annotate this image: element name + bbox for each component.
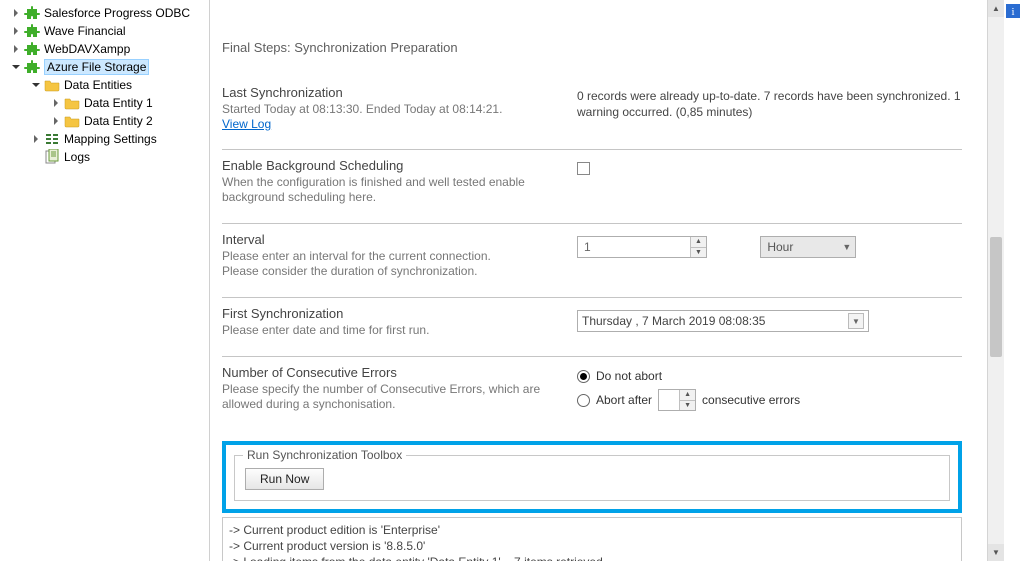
abort-after-field[interactable]: ▲▼ (658, 389, 696, 411)
interval-unit-combo[interactable]: Hour ▼ (760, 236, 856, 258)
interval-value-input[interactable] (578, 237, 690, 257)
main-scrollbar[interactable]: ▲ ▼ (987, 0, 1004, 561)
chevron-right-icon[interactable] (50, 97, 62, 109)
section-interval: Interval Please enter an interval for th… (222, 223, 962, 297)
bg-sched-title: Enable Background Scheduling (222, 158, 567, 173)
interval-desc2: Please consider the duration of synchron… (222, 264, 567, 279)
folder-icon (64, 95, 80, 111)
run-now-button[interactable]: Run Now (245, 468, 324, 490)
tree-node[interactable]: Wave Financial (0, 22, 209, 40)
tree-node[interactable]: Salesforce Progress ODBC (0, 4, 209, 22)
section-consecutive-errors: Number of Consecutive Errors Please spec… (222, 356, 962, 435)
info-icon[interactable]: i (1006, 4, 1020, 18)
calendar-dropdown-icon[interactable]: ▼ (848, 313, 864, 329)
interval-desc1: Please enter an interval for the current… (222, 249, 567, 264)
folder-icon (44, 77, 60, 93)
radio-abort-after[interactable]: Abort after ▲▼ consecutive errors (577, 389, 962, 411)
tree-node[interactable]: Data Entities (0, 76, 209, 94)
connections-tree-panel: Salesforce Progress ODBC Wave Financial We… (0, 0, 210, 561)
tree-node[interactable]: Azure File Storage (0, 58, 209, 76)
chevron-down-icon[interactable] (10, 61, 22, 73)
tree-node[interactable]: Data Entity 2 (0, 112, 209, 130)
first-sync-value: Thursday , 7 March 2019 08:08:35 (582, 314, 765, 328)
section-bg-scheduling: Enable Background Scheduling When the co… (222, 149, 962, 223)
interval-spinner[interactable]: ▲▼ (690, 237, 706, 257)
abort-after-spinner[interactable]: ▲▼ (679, 390, 695, 410)
tree-node-label: Data Entity 1 (84, 96, 153, 110)
radio-do-not-abort[interactable]: Do not abort (577, 369, 962, 383)
run-toolbox-group: Run Synchronization Toolbox Run Now (234, 455, 950, 501)
run-toolbox-legend: Run Synchronization Toolbox (243, 448, 406, 462)
puzzle-green-icon (24, 41, 40, 57)
last-sync-title: Last Synchronization (222, 85, 567, 100)
last-sync-result: 0 records were already up-to-date. 7 rec… (577, 89, 962, 120)
tree-node-label: Wave Financial (44, 24, 126, 38)
radio-do-not-abort-btn[interactable] (577, 370, 590, 383)
first-sync-desc: Please enter date and time for first run… (222, 323, 567, 338)
svg-text:i: i (1011, 6, 1014, 18)
first-sync-datetime[interactable]: Thursday , 7 March 2019 08:08:35 ▼ (577, 310, 869, 332)
interval-unit-label: Hour (767, 240, 793, 254)
interval-title: Interval (222, 232, 567, 247)
mapping-icon (44, 131, 60, 147)
sync-log-output[interactable]: -> Current product edition is 'Enterpris… (222, 517, 962, 561)
section-last-sync: Last Synchronization Started Today at 08… (222, 85, 962, 149)
chevron-right-icon[interactable] (50, 115, 62, 127)
abort-after-input[interactable] (659, 390, 679, 410)
log-line: -> Current product version is '8.8.5.0' (229, 538, 955, 554)
radio-abort-after-pre: Abort after (596, 393, 652, 407)
radio-abort-after-btn[interactable] (577, 394, 590, 407)
chevron-right-icon[interactable] (10, 25, 22, 37)
tree-node-label: Azure File Storage (44, 59, 149, 75)
view-log-link[interactable]: View Log (222, 117, 271, 131)
tree-node-label: Salesforce Progress ODBC (44, 6, 190, 20)
chevron-down-icon: ▼ (842, 242, 851, 252)
tree-node-label: Mapping Settings (64, 132, 157, 146)
scroll-up-button[interactable]: ▲ (988, 0, 1004, 17)
tree-node[interactable]: WebDAVXampp (0, 40, 209, 58)
scroll-down-button[interactable]: ▼ (988, 544, 1004, 561)
bg-sched-desc: When the configuration is finished and w… (222, 175, 567, 205)
section-first-sync: First Synchronization Please enter date … (222, 297, 962, 356)
puzzle-green-icon (24, 5, 40, 21)
bg-sched-checkbox[interactable] (577, 162, 590, 175)
last-sync-desc: Started Today at 08:13:30. Ended Today a… (222, 102, 567, 117)
radio-do-not-abort-label: Do not abort (596, 369, 662, 383)
chevron-down-icon[interactable] (30, 79, 42, 91)
log-line: -> Current product edition is 'Enterpris… (229, 522, 955, 538)
main-content: Final Steps: Synchronization Preparation… (210, 0, 1004, 561)
log-line: -> Loading items from the data entity 'D… (229, 554, 955, 561)
chevron-right-icon[interactable] (10, 43, 22, 55)
puzzle-green-icon (24, 59, 40, 75)
run-toolbox-highlight: Run Synchronization Toolbox Run Now (222, 441, 962, 513)
errors-title: Number of Consecutive Errors (222, 365, 567, 380)
connections-tree[interactable]: Salesforce Progress ODBC Wave Financial We… (0, 4, 209, 166)
logs-icon (44, 149, 60, 165)
radio-abort-after-post: consecutive errors (702, 393, 800, 407)
puzzle-green-icon (24, 23, 40, 39)
first-sync-title: First Synchronization (222, 306, 567, 321)
scroll-track[interactable] (988, 17, 1004, 544)
tree-node[interactable]: Logs (0, 148, 209, 166)
errors-desc: Please specify the number of Consecutive… (222, 382, 567, 412)
tree-node-label: WebDAVXampp (44, 42, 130, 56)
tree-node[interactable]: Mapping Settings (0, 130, 209, 148)
tree-node-label: Data Entities (64, 78, 132, 92)
interval-value-field[interactable]: ▲▼ (577, 236, 707, 258)
page-title: Final Steps: Synchronization Preparation (222, 40, 962, 55)
tree-node[interactable]: Data Entity 1 (0, 94, 209, 112)
tree-node-label: Data Entity 2 (84, 114, 153, 128)
chevron-right-icon[interactable] (10, 7, 22, 19)
chevron-right-icon[interactable] (30, 133, 42, 145)
app-right-border: i (1004, 0, 1024, 561)
scroll-thumb[interactable] (990, 237, 1002, 357)
tree-node-label: Logs (64, 150, 90, 164)
folder-icon (64, 113, 80, 129)
